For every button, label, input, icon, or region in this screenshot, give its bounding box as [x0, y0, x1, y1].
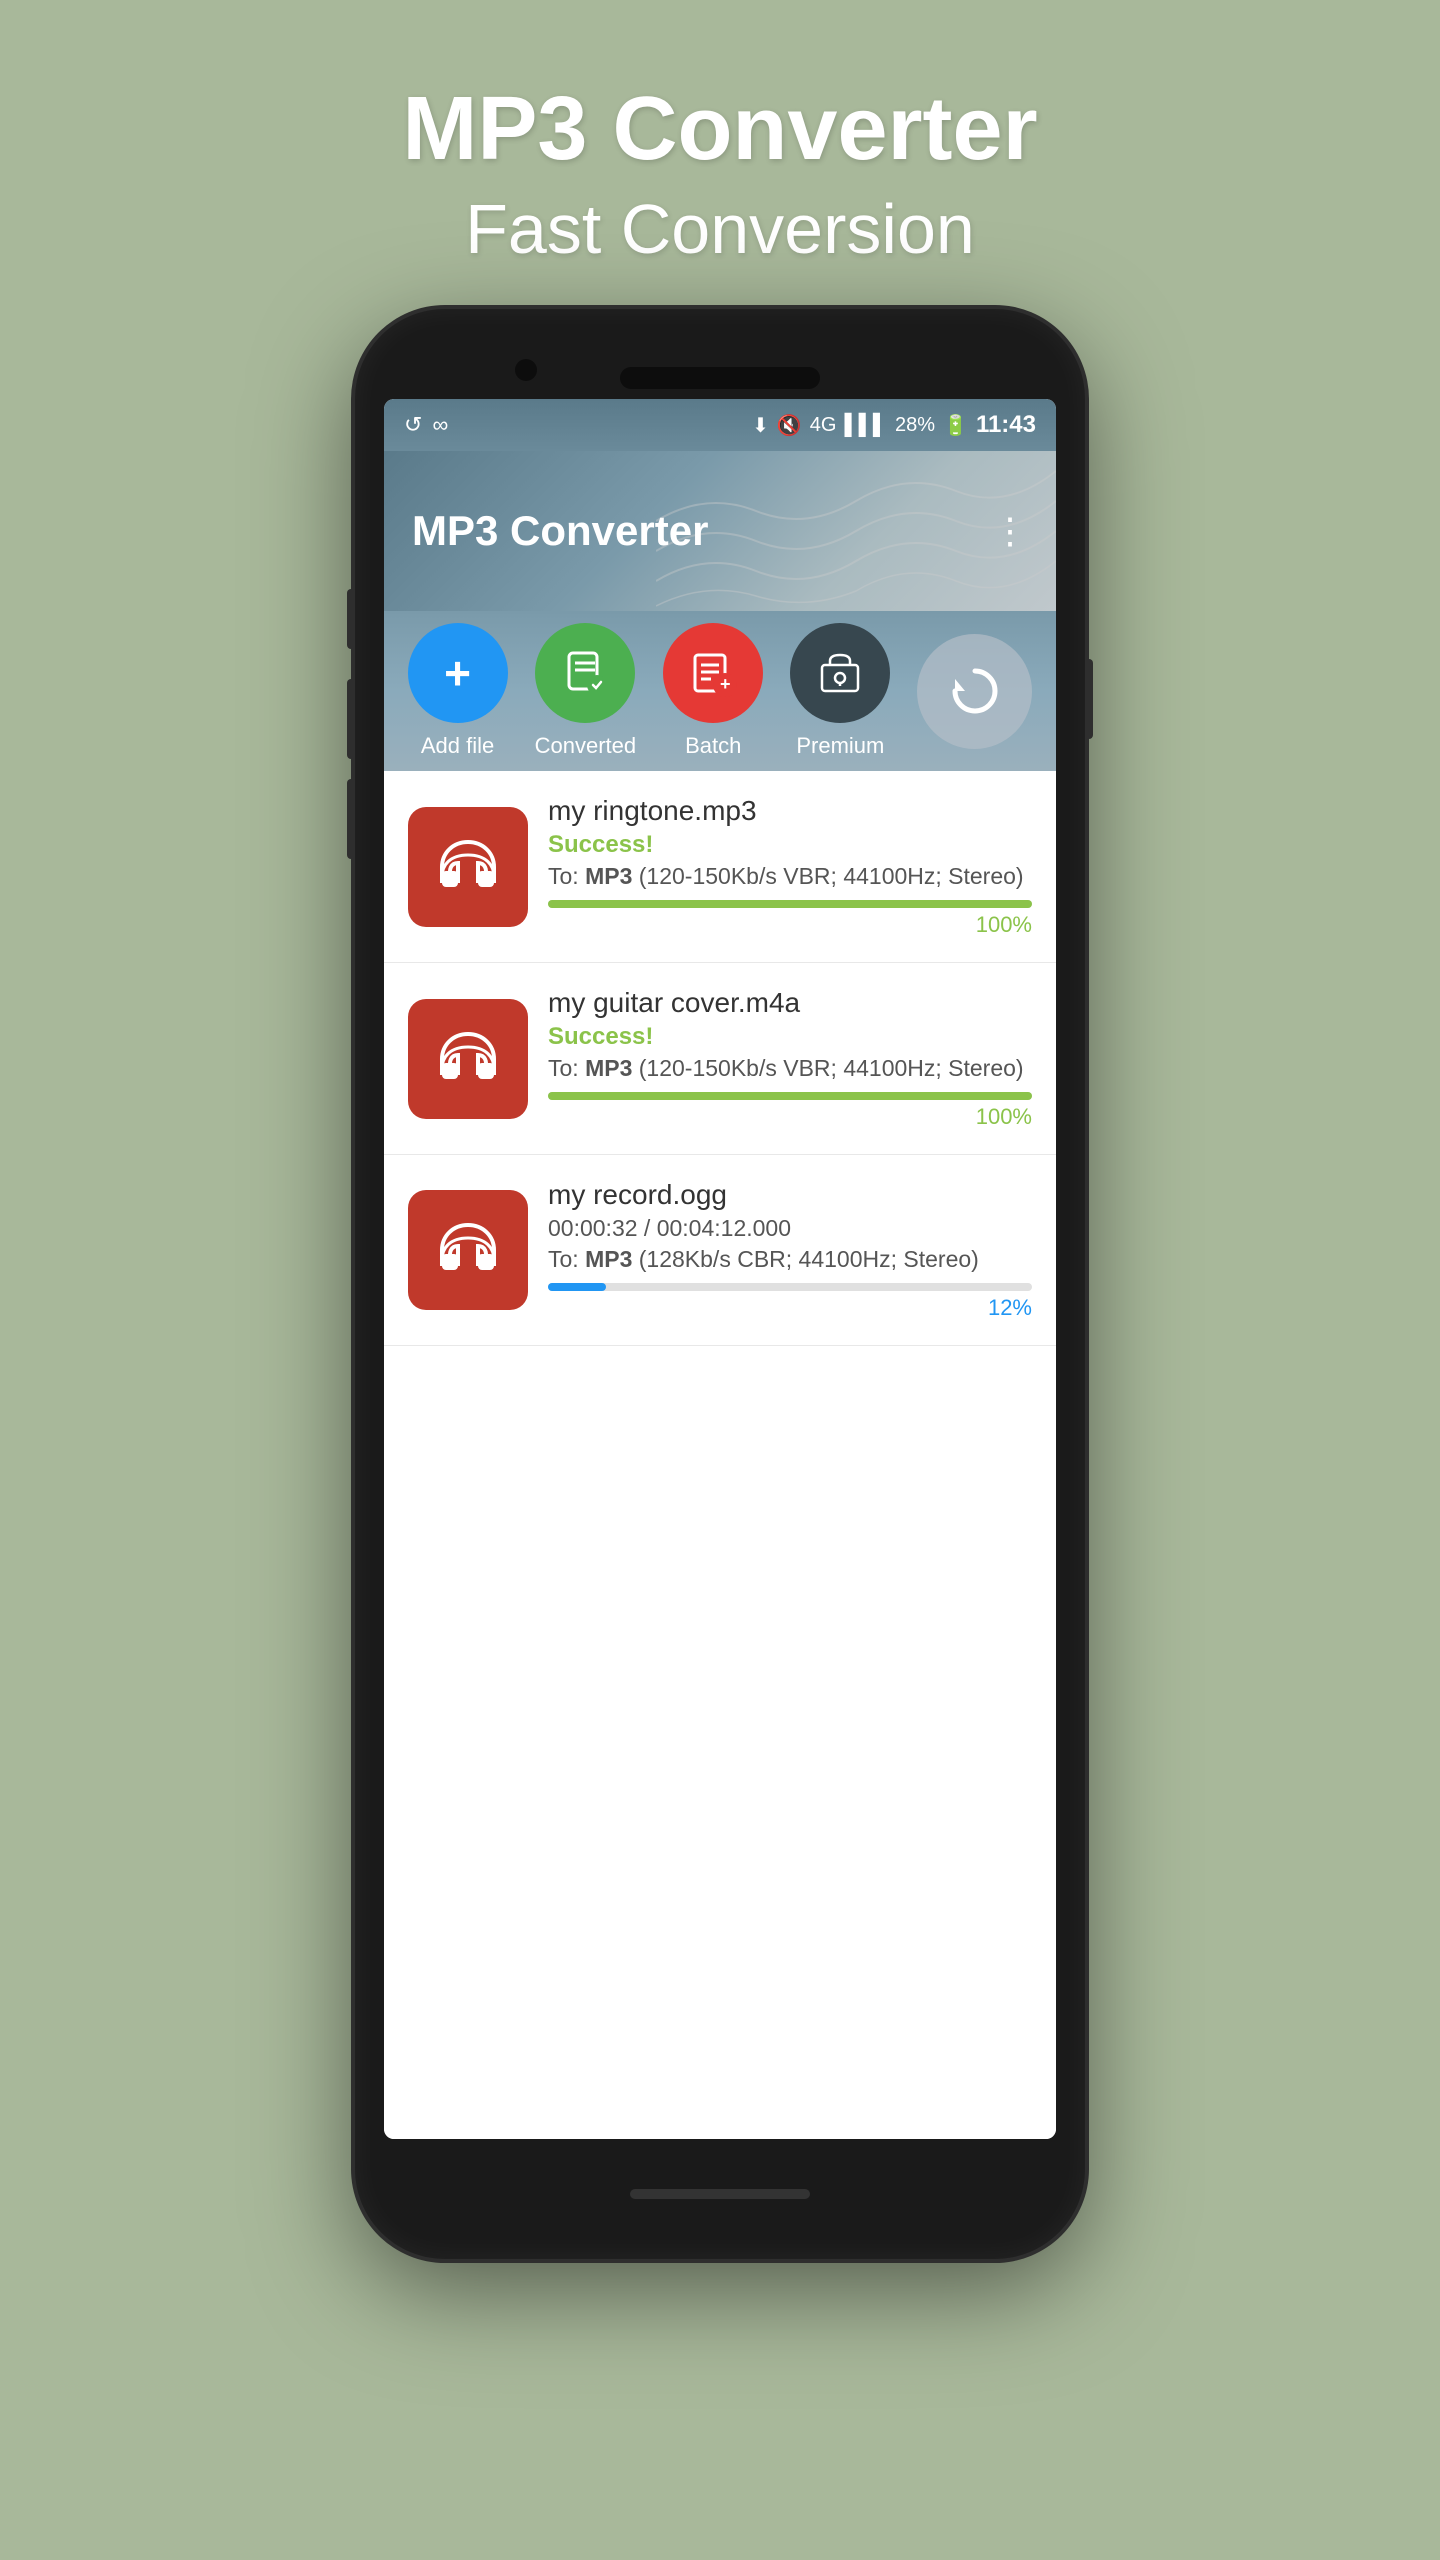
file-details: my ringtone.mp3 Success! To: MP3 (120-15…: [548, 795, 1032, 938]
volume-up-button: [347, 679, 355, 759]
file-item[interactable]: my guitar cover.m4a Success! To: MP3 (12…: [384, 963, 1056, 1155]
status-bar: ↺ ∞ ⬇ 🔇 4G ▌▌▌ 28% 🔋 11:43: [384, 399, 1056, 451]
premium-button[interactable]: Premium: [790, 623, 890, 759]
network-type: 4G: [810, 414, 837, 437]
power-button: [1085, 659, 1093, 739]
progress-label: 100%: [548, 1104, 1032, 1130]
progress-label: 12%: [548, 1295, 1032, 1321]
progress-bar-container: [548, 900, 1032, 908]
progress-bar-fill: [548, 1092, 1032, 1100]
signal-strength: ▌▌▌: [844, 414, 887, 437]
svg-text:+: +: [720, 674, 731, 694]
action-row: + Add file Converted: [384, 611, 1056, 771]
batch-button[interactable]: + Batch: [663, 623, 763, 759]
page-wrapper: MP3 Converter Fast Conversion ↺ ∞ ⬇ �: [355, 0, 1085, 2259]
phone-top: [355, 309, 1085, 399]
premium-label: Premium: [796, 733, 884, 759]
premium-icon: [790, 623, 890, 723]
mute-button: [347, 589, 355, 649]
file-details: my guitar cover.m4a Success! To: MP3 (12…: [548, 987, 1032, 1130]
page-subtitle: Fast Conversion: [355, 189, 1085, 269]
progress-bar-container: [548, 1092, 1032, 1100]
menu-button[interactable]: ⋮: [992, 510, 1028, 552]
volume-down-button: [347, 779, 355, 859]
file-list: my ringtone.mp3 Success! To: MP3 (120-15…: [384, 771, 1056, 2139]
battery-icon: 🔋: [943, 413, 968, 438]
file-status: Success!: [548, 831, 1032, 859]
batch-label: Batch: [685, 733, 741, 759]
headphone-icon: [428, 1019, 508, 1099]
progress-bar-fill: [548, 900, 1032, 908]
file-item[interactable]: my record.ogg 00:00:32 / 00:04:12.000 To…: [384, 1155, 1056, 1346]
add-file-label: Add file: [421, 733, 494, 759]
battery-percent: 28%: [895, 414, 935, 437]
phone-bottom: [355, 2139, 1085, 2249]
progress-label: 100%: [548, 912, 1032, 938]
converted-button[interactable]: Converted: [535, 623, 637, 759]
mute-icon: 🔇: [777, 413, 802, 438]
file-name: my record.ogg: [548, 1179, 1032, 1211]
file-format: To: MP3 (120-150Kb/s VBR; 44100Hz; Stere…: [548, 863, 1032, 890]
app-header: MP3 Converter ⋮: [384, 451, 1056, 611]
add-file-button[interactable]: + Add file: [408, 623, 508, 759]
file-item[interactable]: my ringtone.mp3 Success! To: MP3 (120-15…: [384, 771, 1056, 963]
converted-label: Converted: [535, 733, 637, 759]
progress-bar-container: [548, 1283, 1032, 1291]
status-time: 11:43: [976, 411, 1036, 439]
phone-shell: ↺ ∞ ⬇ 🔇 4G ▌▌▌ 28% 🔋 11:43: [355, 309, 1085, 2259]
download-icon: ⬇: [752, 413, 769, 438]
headphone-icon: [428, 827, 508, 907]
converted-icon: [535, 623, 635, 723]
progress-bar-fill: [548, 1283, 606, 1291]
file-thumbnail: [408, 807, 528, 927]
status-right: ⬇ 🔇 4G ▌▌▌ 28% 🔋 11:43: [752, 411, 1036, 439]
headphone-icon: [428, 1210, 508, 1290]
file-details: my record.ogg 00:00:32 / 00:04:12.000 To…: [548, 1179, 1032, 1321]
file-format: To: MP3 (120-150Kb/s VBR; 44100Hz; Stere…: [548, 1055, 1032, 1082]
app-title: MP3 Converter: [412, 507, 992, 555]
page-title: MP3 Converter: [355, 80, 1085, 179]
status-left: ↺ ∞: [404, 412, 448, 438]
file-format: To: MP3 (128Kb/s CBR; 44100Hz; Stereo): [548, 1246, 1032, 1273]
file-thumbnail: [408, 999, 528, 1119]
batch-icon: +: [663, 623, 763, 723]
phone-screen: ↺ ∞ ⬇ 🔇 4G ▌▌▌ 28% 🔋 11:43: [384, 399, 1056, 2139]
file-name: my guitar cover.m4a: [548, 987, 1032, 1019]
voicemail-icon: ∞: [432, 412, 448, 438]
add-file-icon: +: [408, 623, 508, 723]
file-name: my ringtone.mp3: [548, 795, 1032, 827]
camera: [515, 359, 537, 381]
speaker: [620, 367, 820, 389]
file-thumbnail: [408, 1190, 528, 1310]
file-status: Success!: [548, 1023, 1032, 1051]
home-bar: [630, 2189, 810, 2199]
file-time: 00:00:32 / 00:04:12.000: [548, 1215, 1032, 1242]
refresh-button[interactable]: [917, 634, 1032, 749]
sync-icon: ↺: [404, 412, 422, 438]
page-header: MP3 Converter Fast Conversion: [355, 0, 1085, 269]
